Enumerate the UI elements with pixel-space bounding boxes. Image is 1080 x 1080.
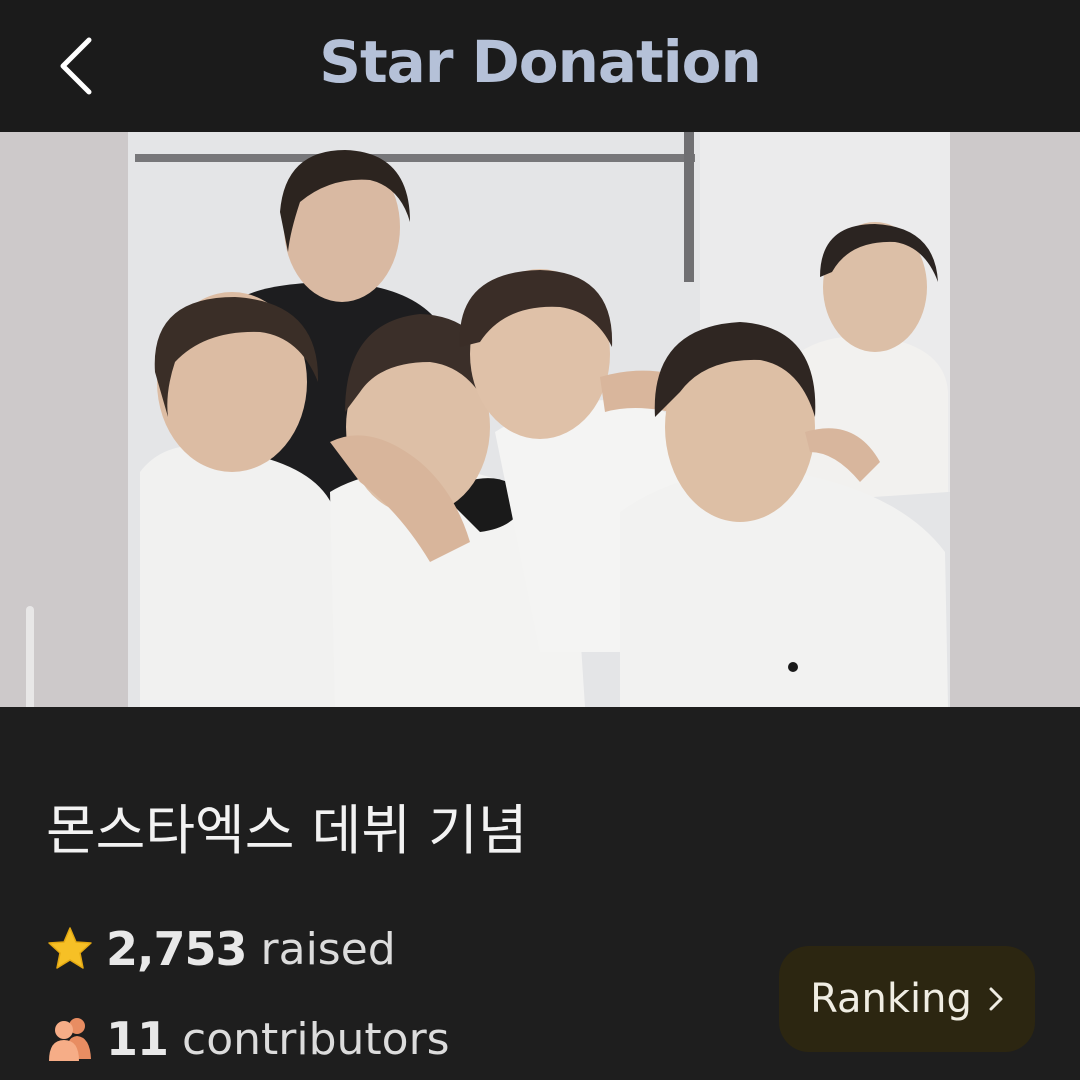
page-title: Star Donation [319,28,762,96]
raised-stat: 2,753 raised [46,922,396,976]
star-icon [48,927,92,969]
people-icon [49,1018,91,1061]
chevron-right-icon [989,987,1003,1011]
star-donation-screen: Star Donation 몬스타엑스 데뷔 기념 2,753 raised 1… [0,0,1080,1080]
event-title: 몬스타엑스 데뷔 기념 [46,799,528,862]
group-photo [0,132,1080,707]
contributors-value: 11 [106,1012,169,1066]
raised-value: 2,753 [106,922,248,976]
contributors-label: contributors [182,1013,450,1065]
ranking-label: Ranking [810,976,972,1022]
contributors-stat: 11 contributors [46,1012,450,1066]
scroll-indicator [26,606,34,707]
ranking-button[interactable]: Ranking [779,946,1035,1052]
raised-label: raised [260,923,396,975]
banner-image [0,132,1080,707]
app-header: Star Donation [0,0,1080,132]
